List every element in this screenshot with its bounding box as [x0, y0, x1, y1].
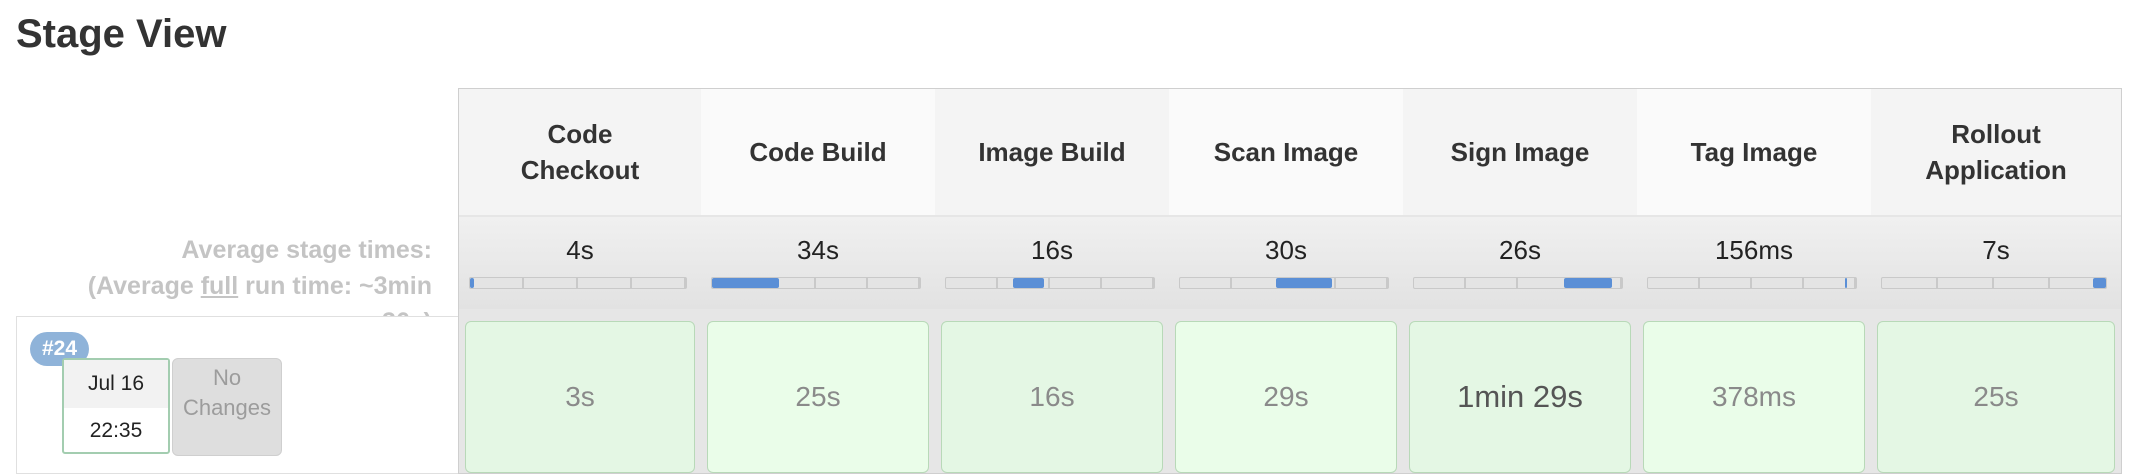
stage-average: 30s [1169, 217, 1403, 309]
stage-average-fill [470, 278, 475, 288]
stage-column: Tag Image 156ms 378ms [1637, 89, 1871, 475]
build-date-box[interactable]: Jul 16 22:35 [62, 358, 170, 454]
average-prefix: (Average [87, 272, 201, 300]
stage-average-time: 16s [1031, 235, 1073, 265]
stage-average-bar [1179, 277, 1389, 289]
stage-result-cell[interactable]: 25s [1877, 321, 2115, 473]
stage-average-time: 26s [1499, 235, 1541, 265]
stage-average-bar [469, 277, 687, 289]
stage-header: Code Build [701, 89, 935, 215]
stage-result-cell[interactable]: 29s [1175, 321, 1397, 473]
stage-result-cell[interactable]: 1min 29s [1409, 321, 1631, 473]
stage-result-cell[interactable]: 25s [707, 321, 929, 473]
stage-name: Code Checkout [520, 119, 640, 185]
stage-column: Scan Image 30s 29s [1169, 89, 1403, 475]
stage-average-time: 30s [1265, 235, 1307, 265]
stage-header: Image Build [935, 89, 1169, 215]
stage-name: Code Build [749, 137, 887, 167]
stage-column: Image Build 16s 16s [935, 89, 1169, 475]
stage-column: Code Build 34s 25s [701, 89, 935, 475]
stage-table: Code Checkout 4s 3s Code Build 34s 25s I… [458, 88, 2122, 474]
build-date: Jul 16 [64, 360, 168, 408]
stage-header: Tag Image [1637, 89, 1871, 215]
stage-header: Scan Image [1169, 89, 1403, 215]
stage-average-bar [711, 277, 921, 289]
stage-name: Rollout Application [1925, 119, 2067, 185]
stage-result-cell[interactable]: 378ms [1643, 321, 1865, 473]
stage-name: Sign Image [1450, 137, 1590, 167]
stage-header: Sign Image [1403, 89, 1637, 215]
stage-average: 4s [459, 217, 701, 309]
page-title: Stage View [16, 12, 227, 56]
stage-name: Image Build [978, 137, 1126, 167]
stage-result-cell[interactable]: 16s [941, 321, 1163, 473]
stage-average-fill [1275, 278, 1332, 288]
stage-average-fill [1563, 278, 1612, 288]
stage-name: Scan Image [1213, 137, 1359, 167]
stage-average-fill [2092, 278, 2106, 288]
stage-average: 156ms [1637, 217, 1871, 309]
no-changes-box[interactable]: No Changes [172, 358, 282, 456]
stage-average: 26s [1403, 217, 1637, 309]
stage-average-fill [712, 278, 779, 288]
stage-average-bar [1881, 277, 2107, 289]
stage-average-fill [1012, 278, 1044, 288]
stage-average: 34s [701, 217, 935, 309]
stage-average: 16s [935, 217, 1169, 309]
stage-result-cell[interactable]: 3s [465, 321, 695, 473]
build-time: 22:35 [89, 419, 143, 442]
stage-average-time: 4s [566, 235, 594, 265]
stage-column: Sign Image 26s 1min 29s [1403, 89, 1637, 475]
stage-average-time: 156ms [1714, 235, 1794, 265]
stage-header: Rollout Application [1871, 89, 2121, 215]
stage-average-bar [1413, 277, 1623, 289]
stage-average: 7s [1871, 217, 2121, 309]
full-link[interactable]: full [201, 272, 239, 300]
stage-average-time: 7s [1982, 235, 2010, 265]
stage-average-bar [1647, 277, 1857, 289]
stage-header: Code Checkout [459, 89, 701, 215]
stage-column: Code Checkout 4s 3s [459, 89, 701, 475]
stage-average-time: 34s [797, 235, 839, 265]
stage-name: Tag Image [1690, 137, 1818, 167]
stage-average-fill [1844, 278, 1847, 288]
stage-column: Rollout Application 7s 25s [1871, 89, 2121, 475]
stage-average-bar [945, 277, 1155, 289]
average-label-line: Average stage times: [181, 236, 432, 264]
